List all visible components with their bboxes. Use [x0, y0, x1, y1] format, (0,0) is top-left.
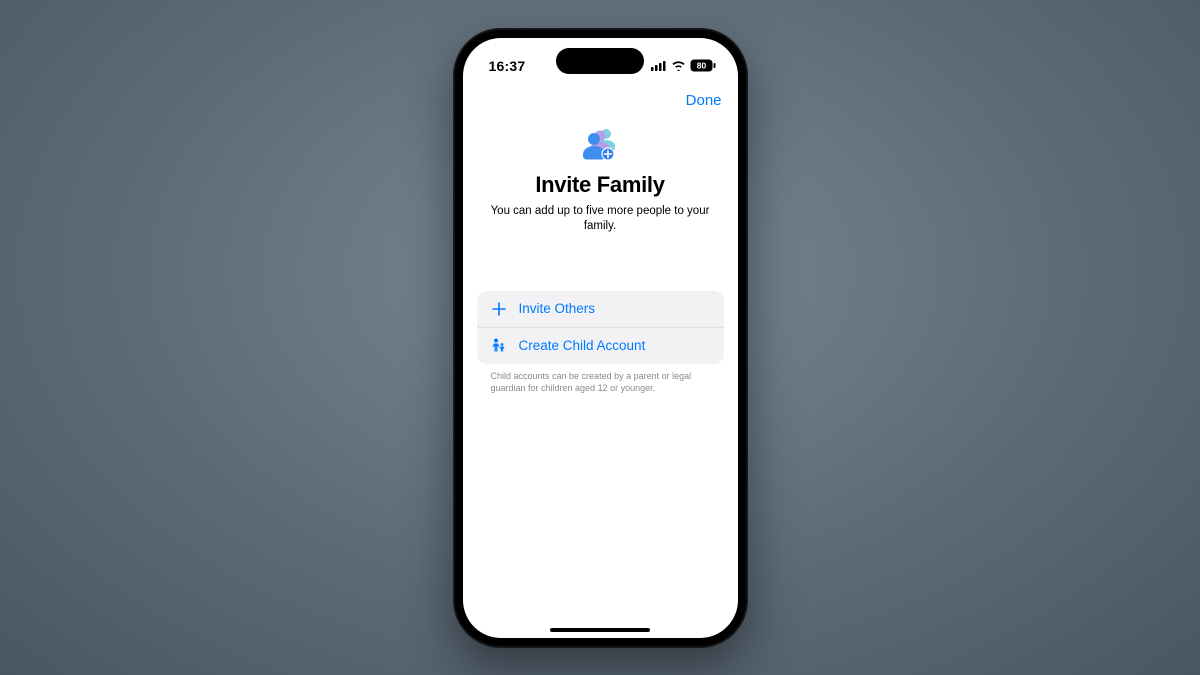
- phone-frame: 16:37: [453, 28, 748, 648]
- cellular-signal-icon: [651, 60, 667, 71]
- nav-bar: Done: [463, 84, 738, 118]
- invite-others-button[interactable]: Invite Others: [477, 291, 724, 327]
- phone-screen: 16:37: [463, 38, 738, 638]
- page-subtitle: You can add up to five more people to yo…: [477, 204, 724, 235]
- content-area: Invite Family You can add up to five mor…: [463, 118, 738, 638]
- battery-icon: 80: [690, 59, 716, 72]
- create-child-account-button[interactable]: Create Child Account: [477, 327, 724, 364]
- wifi-icon: [671, 60, 686, 71]
- invite-others-label: Invite Others: [519, 301, 596, 316]
- options-list: Invite Others Create Child Account: [477, 291, 724, 364]
- page-title: Invite Family: [535, 172, 664, 198]
- plus-icon: [491, 301, 507, 317]
- family-group-icon: [578, 126, 622, 162]
- create-child-account-label: Create Child Account: [519, 338, 646, 353]
- status-indicators: 80: [651, 59, 716, 72]
- done-button[interactable]: Done: [686, 92, 722, 109]
- footer-note: Child accounts can be created by a paren…: [477, 370, 724, 394]
- dynamic-island: [556, 48, 644, 74]
- home-indicator[interactable]: [550, 628, 650, 632]
- parent-child-icon: [491, 338, 507, 354]
- battery-level-text: 80: [696, 61, 706, 71]
- status-time: 16:37: [489, 58, 526, 74]
